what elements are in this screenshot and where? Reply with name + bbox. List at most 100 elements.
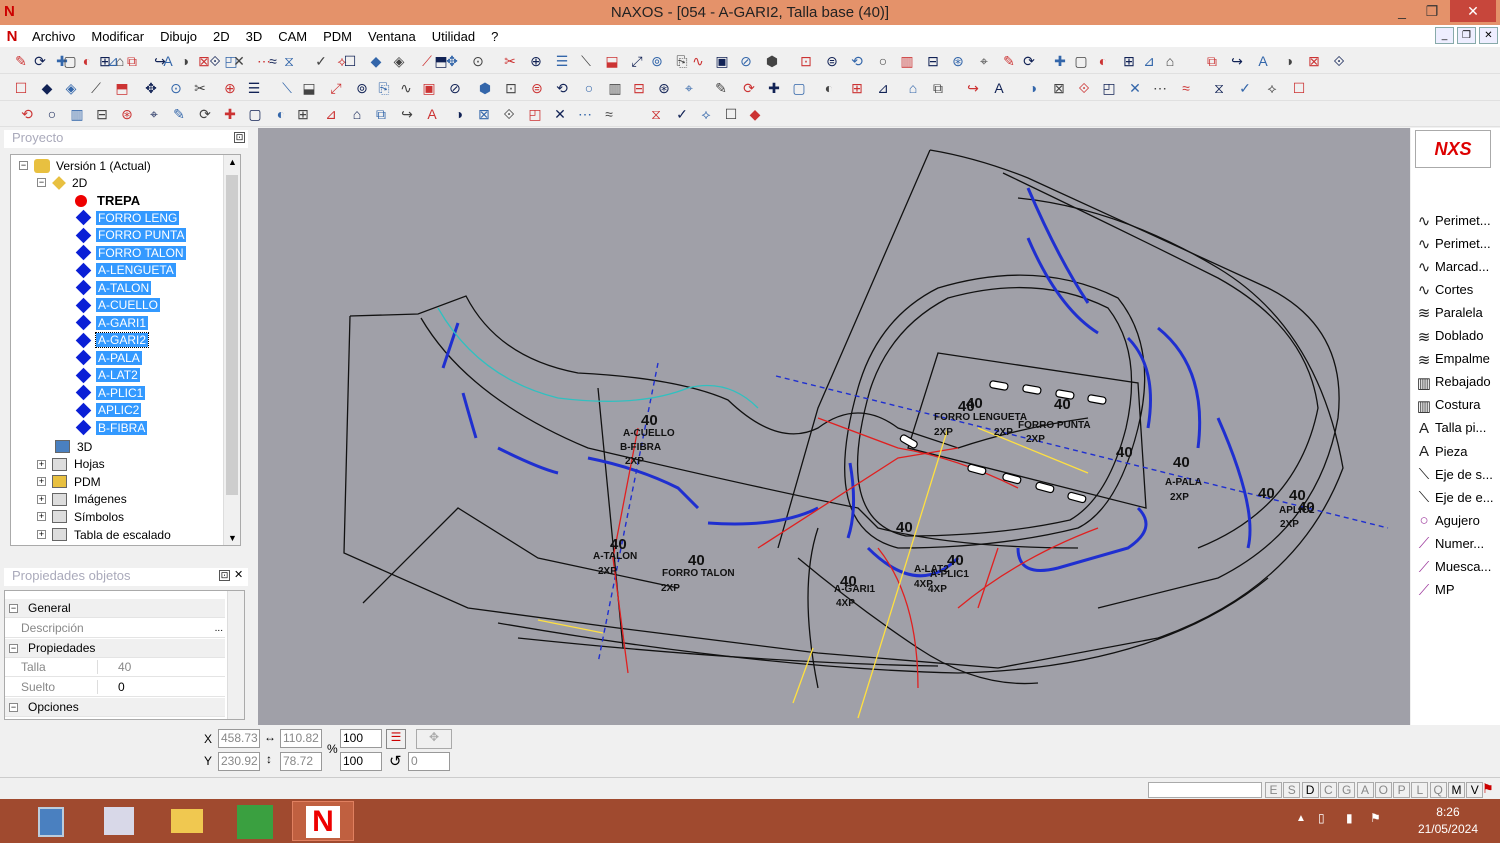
toolbar-tool-2-45-icon[interactable]: ≈ — [1177, 79, 1195, 97]
menu-pdm[interactable]: PDM — [315, 29, 360, 44]
prop-group-propiedades[interactable]: − Propiedades — [5, 639, 225, 658]
toolbar-tool-3-3-icon[interactable]: ▥ — [68, 105, 86, 123]
status-toggle-p[interactable]: P — [1393, 782, 1411, 798]
right-tool-9[interactable]: ▥ Costura — [1415, 394, 1481, 416]
toolbar-tool-2-19-icon[interactable]: ⬢ — [476, 79, 494, 97]
toolbar-tool-3-14-icon[interactable]: ⌂ — [348, 105, 366, 123]
toolbar-tool-1-49-icon[interactable]: ✎ — [1000, 52, 1018, 70]
tray-network-icon[interactable]: ▮ — [1346, 811, 1353, 825]
toolbar-tool-3-12-icon[interactable]: ⊞ — [294, 105, 312, 123]
toolbar-tool-2-27-icon[interactable]: ⌖ — [680, 79, 698, 97]
tree-3d[interactable]: 3D — [55, 438, 94, 455]
status-toggle-g[interactable]: G — [1338, 782, 1356, 798]
toolbar-tool-3-23-icon[interactable]: ⋯ — [576, 105, 594, 123]
toolbar-tool-1-9-icon[interactable]: ⧉ — [123, 52, 141, 70]
toolbar-tool-2-1-icon[interactable]: ☐ — [12, 79, 30, 97]
right-tool-13[interactable]: ⟍ Eje de e... — [1415, 486, 1494, 508]
toolbar-tool-3-27-icon[interactable]: ⟡ — [697, 105, 715, 123]
right-tool-3[interactable]: ∿ Marcad... — [1415, 255, 1489, 277]
status-toggle-q[interactable]: Q — [1429, 782, 1447, 798]
rotation-field[interactable]: 0 — [408, 752, 450, 771]
toolbar-tool-1-55-icon[interactable]: ⊿ — [1140, 52, 1158, 70]
tree-tabla-de-escalado[interactable]: + Tabla de escalado — [37, 526, 173, 543]
tree-símbolos[interactable]: + Símbolos — [37, 508, 126, 525]
status-toggle-d[interactable]: D — [1301, 782, 1319, 798]
toolbar-tool-3-18-icon[interactable]: ◑ — [450, 105, 468, 123]
tree-piece-a-lat2[interactable]: A-LAT2 — [75, 367, 140, 384]
toolbar-tool-1-47-icon[interactable]: ⊛ — [949, 52, 967, 70]
toolbar-tool-2-32-icon[interactable]: ◐ — [820, 79, 838, 97]
width-field[interactable]: 110.82 — [280, 729, 322, 748]
toolbar-tool-2-34-icon[interactable]: ⊿ — [874, 79, 892, 97]
toolbar-tool-2-20-icon[interactable]: ⊡ — [502, 79, 520, 97]
status-toggle-m[interactable]: M — [1448, 782, 1465, 798]
status-toggle-a[interactable]: A — [1356, 782, 1374, 798]
toolbar-tool-2-28-icon[interactable]: ✎ — [712, 79, 730, 97]
menu-archivo[interactable]: Archivo — [24, 29, 83, 44]
menu-3d[interactable]: 3D — [238, 29, 271, 44]
right-tool-15[interactable]: ⟋ Numer... — [1415, 532, 1484, 554]
folder-app-icon[interactable] — [156, 801, 218, 841]
pin-icon[interactable]: ⊡ — [234, 132, 245, 143]
toolbar-tool-2-33-icon[interactable]: ⊞ — [848, 79, 866, 97]
toolbar-tool-1-43-icon[interactable]: ⟲ — [848, 52, 866, 70]
naxos-app-icon[interactable]: N — [292, 801, 354, 841]
tree-piece-forro-punta[interactable]: FORRO PUNTA — [75, 227, 187, 244]
toolbar-tool-1-12-icon[interactable]: ◑ — [176, 52, 194, 70]
mdi-minimize-button[interactable]: _ — [1435, 27, 1454, 44]
tree-imágenes[interactable]: + Imágenes — [37, 491, 129, 508]
toolbar-tool-1-34-icon[interactable]: ⤢ — [628, 52, 646, 70]
toolbar-tool-3-2-icon[interactable]: ○ — [43, 105, 61, 123]
toolbar-tool-3-21-icon[interactable]: ◰ — [526, 105, 544, 123]
toolbar-tool-3-28-icon[interactable]: ☐ — [722, 105, 740, 123]
toolbar-tool-1-52-icon[interactable]: ▢ — [1072, 52, 1090, 70]
toolbar-tool-2-8-icon[interactable]: ✂ — [191, 79, 209, 97]
toolbar-tool-2-5-icon[interactable]: ⬒ — [113, 79, 131, 97]
toolbar-tool-2-36-icon[interactable]: ⧉ — [929, 79, 947, 97]
toolbar-tool-3-19-icon[interactable]: ⊠ — [475, 105, 493, 123]
expand-icon[interactable]: + — [37, 494, 46, 504]
toolbar-tool-2-43-icon[interactable]: ✕ — [1126, 79, 1144, 97]
close-icon[interactable]: ✕ — [234, 570, 245, 581]
toolbar-tool-1-58-icon[interactable]: ↪ — [1228, 52, 1246, 70]
toolbar-tool-1-19-icon[interactable]: ⧖ — [280, 52, 298, 70]
status-toggle-s[interactable]: S — [1283, 782, 1301, 798]
toolbar-tool-1-29-icon[interactable]: ✂ — [501, 52, 519, 70]
toolbar-tool-3-15-icon[interactable]: ⧉ — [372, 105, 390, 123]
menu-cam[interactable]: CAM — [270, 29, 315, 44]
toolbar-tool-1-51-icon[interactable]: ✚ — [1051, 52, 1069, 70]
toolbar-tool-1-1-icon[interactable]: ✎ — [12, 52, 30, 70]
tree-piece-aplic2[interactable]: APLIC2 — [75, 402, 142, 419]
tree-piece-a-pala[interactable]: A-PALA — [75, 349, 142, 366]
toolbar-tool-2-44-icon[interactable]: ⋯ — [1151, 79, 1169, 97]
status-toggle-v[interactable]: V — [1466, 782, 1484, 798]
maximize-button[interactable]: ❐ — [1417, 0, 1447, 22]
toolbar-tool-2-3-icon[interactable]: ◈ — [62, 79, 80, 97]
toolbar-tool-2-47-icon[interactable]: ✓ — [1236, 79, 1254, 97]
menu-2d[interactable]: 2D — [205, 29, 238, 44]
mdi-close-button[interactable]: ✕ — [1479, 27, 1498, 44]
mdi-restore-button[interactable]: ❐ — [1457, 27, 1476, 44]
right-tool-4[interactable]: ∿ Cortes — [1415, 278, 1474, 300]
toolbar-tool-2-39-icon[interactable]: ◑ — [1024, 79, 1042, 97]
toolbar-tool-3-11-icon[interactable]: ◐ — [272, 105, 290, 123]
toolbar-tool-2-6-icon[interactable]: ✥ — [142, 79, 160, 97]
expand-icon[interactable]: + — [37, 459, 46, 469]
status-toggle-l[interactable]: L — [1411, 782, 1429, 798]
menu-utilidad[interactable]: Utilidad — [424, 29, 483, 44]
height-field[interactable]: 78.72 — [280, 752, 322, 771]
toolbar-tool-1-5-icon[interactable]: ◐ — [78, 52, 96, 70]
toolbar-tool-1-37-icon[interactable]: ∿ — [689, 52, 707, 70]
toolbar-tool-1-40-icon[interactable]: ⬢ — [763, 52, 781, 70]
toolbar-tool-1-16-icon[interactable]: ✕ — [230, 52, 248, 70]
menu-help[interactable]: ? — [483, 29, 506, 44]
toolbar-tool-1-22-icon[interactable]: ☐ — [341, 52, 359, 70]
toolbar-tool-1-42-icon[interactable]: ⊜ — [823, 52, 841, 70]
toolbar-tool-3-17-icon[interactable]: A — [423, 105, 441, 123]
toolbar-tool-2-13-icon[interactable]: ⤢ — [327, 79, 345, 97]
scale-y-field[interactable]: 100 — [340, 752, 382, 771]
scale-x-field[interactable]: 100 — [340, 729, 382, 748]
expand-icon[interactable]: + — [37, 530, 46, 539]
toolbar-tool-2-23-icon[interactable]: ○ — [580, 79, 598, 97]
drawing-canvas[interactable]: 40 40 40 40 40 40 40 40 40 40 40 40 40 40 A-CUELLO B-FI… — [258, 128, 1410, 725]
